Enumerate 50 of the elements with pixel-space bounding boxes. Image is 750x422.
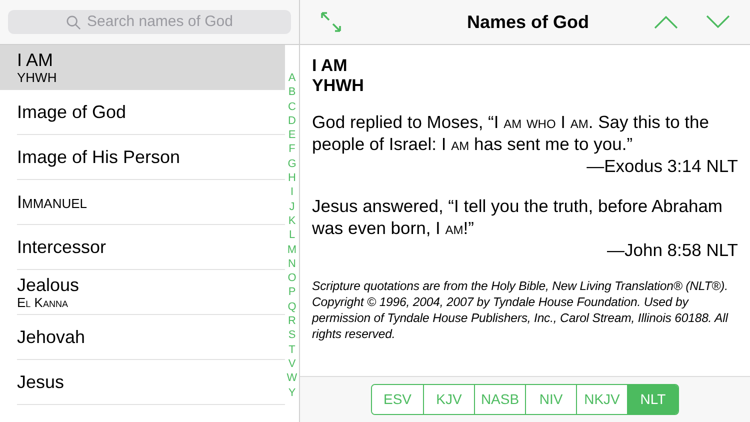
translation-tab[interactable]: ESV <box>372 385 423 414</box>
index-letter[interactable]: C <box>288 100 296 114</box>
search-field[interactable]: Search names of God <box>8 10 291 34</box>
verse-text: Jesus answered, “I tell you the truth, before Abraham was even born, I am!” <box>312 195 724 239</box>
chevron-up-icon[interactable] <box>654 15 678 29</box>
name-list-item[interactable]: Jesus <box>17 360 285 405</box>
index-letter[interactable]: N <box>288 256 296 272</box>
translation-tab[interactable]: NASB <box>474 385 525 414</box>
index-letter[interactable]: P <box>288 285 296 300</box>
detail-title: Names of God <box>466 10 590 34</box>
index-letter[interactable]: D <box>288 114 296 128</box>
expand-icon[interactable] <box>320 11 342 33</box>
index-letter[interactable]: Y <box>288 386 296 400</box>
index-letter[interactable]: I <box>290 185 294 200</box>
copyright-notice: Scripture quotations are from the Holy Bible, New Living Translation® (NLT®). Copyright © 1996, 2004, 2007 by Tyndale House Foundation. Used by permission of Tyndale House Publishers, Inc., Carol Stream, Illinois 60188. All rights reserved. <box>312 278 730 342</box>
name-list-item[interactable]: Jealous El Kanna <box>17 270 285 315</box>
verse-reference: —John 8:58 NLT <box>606 239 738 261</box>
index-letter[interactable]: K <box>288 214 296 228</box>
chevron-down-icon[interactable] <box>706 15 730 29</box>
index-letter[interactable]: F <box>288 142 296 157</box>
entry-heading: I AM <box>312 56 348 76</box>
index-letter[interactable]: G <box>288 156 296 172</box>
name-list-item[interactable]: I AM YHWH <box>0 45 285 90</box>
name-list-item[interactable]: Image of His Person <box>17 135 285 180</box>
index-letter[interactable]: R <box>288 314 296 328</box>
index-letter[interactable]: L <box>288 228 296 243</box>
name-list-item[interactable]: Image of God <box>17 90 285 135</box>
entry-subheading: YHWH <box>312 76 365 96</box>
index-letter[interactable]: T <box>288 342 296 357</box>
translation-tab[interactable]: KJV <box>423 385 474 414</box>
index-letter[interactable]: V <box>288 356 296 372</box>
name-list-item[interactable]: Intercessor <box>17 225 285 270</box>
verse-text: God replied to Moses, “I am who I am. Say this to the people of Israel: I am has sent me to you.” <box>312 111 710 155</box>
verse-reference: —Exodus 3:14 NLT <box>586 155 738 177</box>
name-list-item[interactable]: Immanuel <box>17 180 285 225</box>
translation-tab[interactable]: NKJV <box>576 385 627 414</box>
translation-tab[interactable]: NLT <box>627 385 678 414</box>
index-letter[interactable]: S <box>288 328 296 343</box>
translation-tab[interactable]: NIV <box>525 385 576 414</box>
index-letter[interactable]: O <box>288 271 296 286</box>
index-letter[interactable]: B <box>288 85 296 100</box>
index-letter[interactable]: H <box>288 171 296 186</box>
index-letter[interactable]: W <box>286 371 298 386</box>
search-icon <box>66 14 82 30</box>
index-letter[interactable]: E <box>288 128 296 142</box>
name-list-item[interactable]: Jehovah <box>17 315 285 360</box>
index-letter[interactable]: A <box>288 71 296 86</box>
index-letter[interactable]: J <box>289 200 295 214</box>
index-letter[interactable]: M <box>287 242 297 257</box>
index-letter[interactable]: Q <box>288 300 296 314</box>
